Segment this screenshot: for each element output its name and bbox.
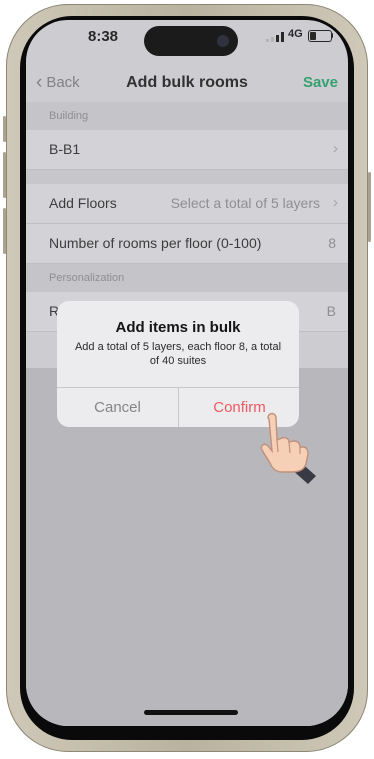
cancel-button[interactable]: Cancel (57, 388, 178, 427)
action-button (3, 116, 6, 142)
dialog-title: Add items in bulk (115, 319, 241, 336)
home-indicator[interactable] (144, 710, 238, 715)
power-button (368, 172, 371, 242)
tap-hand-icon (260, 412, 316, 484)
dialog-message: Add a total of 5 layers, each floor 8, a… (74, 341, 282, 367)
volume-up-button (3, 152, 6, 198)
volume-down-button (3, 208, 6, 254)
